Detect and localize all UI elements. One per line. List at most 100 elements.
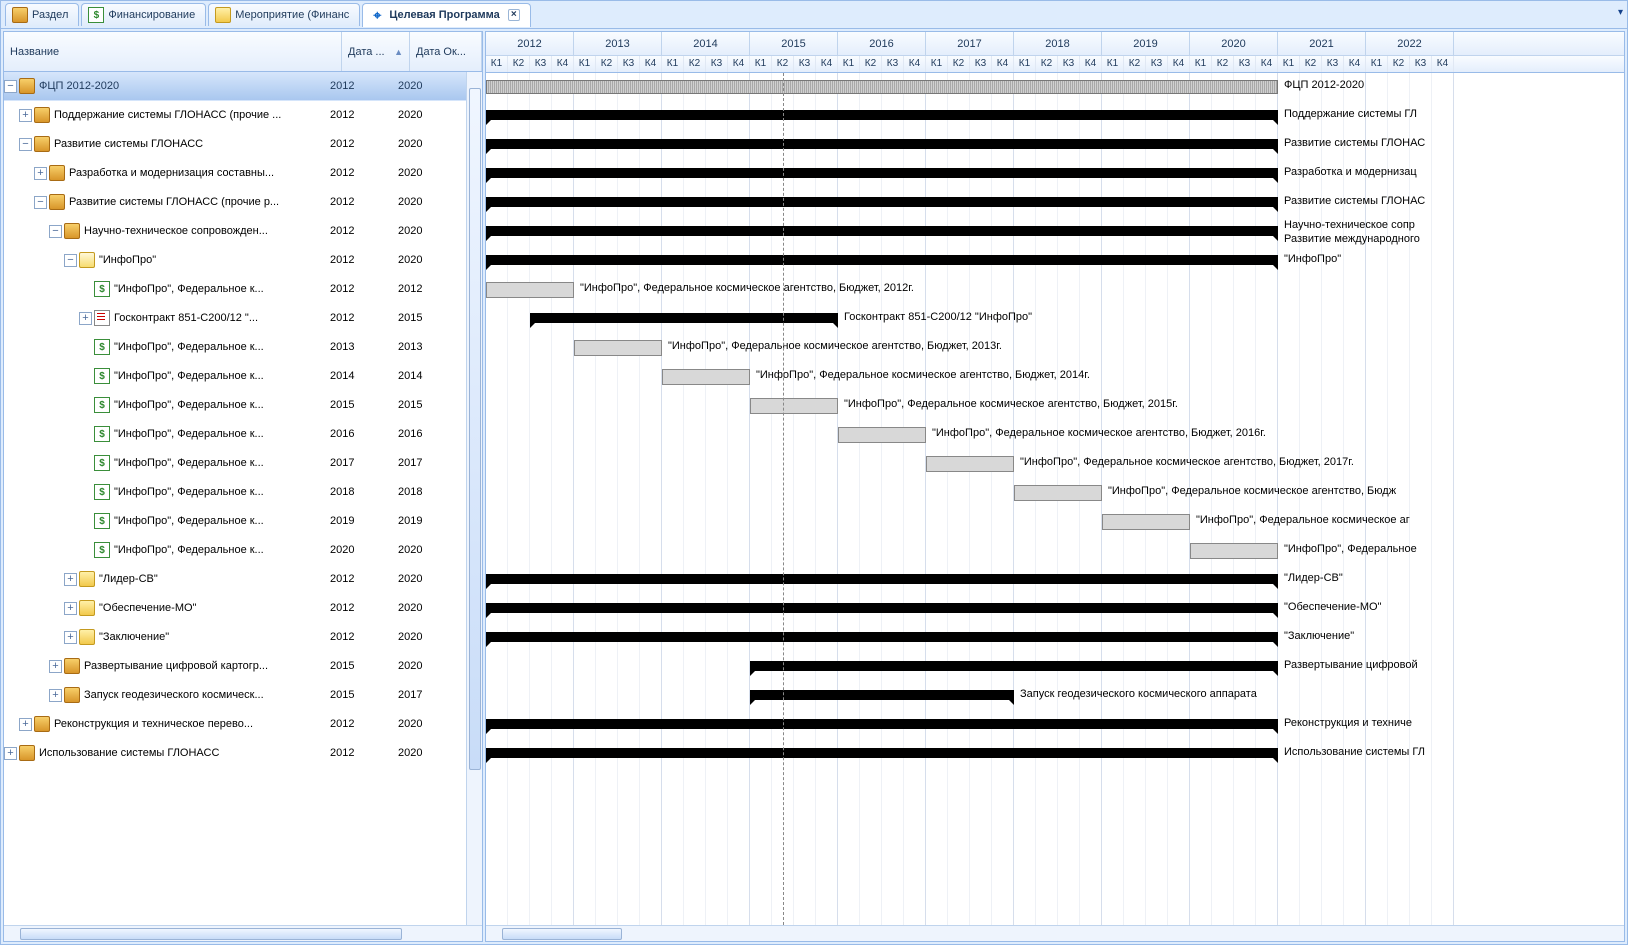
tree-row[interactable]: $"ИнфоПро", Федеральное к...20192019	[4, 507, 466, 536]
quarter-header[interactable]: К3	[1234, 56, 1256, 72]
tab-0[interactable]: Раздел	[5, 3, 79, 26]
quarter-header[interactable]: К2	[1036, 56, 1058, 72]
year-header[interactable]: 2013	[574, 32, 662, 55]
gantt-row[interactable]: "ИнфоПро", Федеральное космическое агент…	[486, 392, 1624, 421]
vertical-scrollbar[interactable]	[466, 72, 482, 925]
gantt-row[interactable]: "ИнфоПро"	[486, 247, 1624, 276]
quarter-header[interactable]: К3	[882, 56, 904, 72]
expand-icon[interactable]: +	[19, 109, 32, 122]
collapse-icon[interactable]: −	[34, 196, 47, 209]
gantt-row[interactable]: Разработка и модернизац	[486, 160, 1624, 189]
gantt-row[interactable]: "Заключение"	[486, 624, 1624, 653]
summary-bar[interactable]	[486, 574, 1278, 584]
task-bar[interactable]	[486, 282, 574, 298]
quarter-header[interactable]: К2	[508, 56, 530, 72]
gantt-row[interactable]: "ИнфоПро", Федеральное космическое аг	[486, 508, 1624, 537]
task-bar[interactable]	[574, 340, 662, 356]
tree-row[interactable]: +Запуск геодезического космическ...20152…	[4, 681, 466, 710]
summary-bar[interactable]	[486, 139, 1278, 149]
expand-icon[interactable]: +	[64, 602, 77, 615]
quarter-header[interactable]: К2	[1124, 56, 1146, 72]
quarter-header[interactable]: К1	[574, 56, 596, 72]
quarter-header[interactable]: К4	[1168, 56, 1190, 72]
summary-bar[interactable]	[486, 719, 1278, 729]
tab-1[interactable]: $Финансирование	[81, 3, 206, 26]
year-header[interactable]: 2021	[1278, 32, 1366, 55]
quarter-header[interactable]: К2	[772, 56, 794, 72]
quarter-header[interactable]: К4	[904, 56, 926, 72]
gantt-row[interactable]: "ИнфоПро", Федеральное космическое агент…	[486, 334, 1624, 363]
gantt-row[interactable]: "ИнфоПро", Федеральное	[486, 537, 1624, 566]
summary-bar[interactable]	[750, 661, 1278, 671]
horizontal-scrollbar-left[interactable]	[4, 925, 482, 941]
expand-icon[interactable]: +	[49, 689, 62, 702]
summary-bar[interactable]	[486, 226, 1278, 236]
tree-row[interactable]: +Реконструкция и техническое перево...20…	[4, 710, 466, 739]
collapse-icon[interactable]: −	[4, 80, 17, 93]
quarter-header[interactable]: К1	[1366, 56, 1388, 72]
year-header[interactable]: 2020	[1190, 32, 1278, 55]
quarter-header[interactable]: К2	[1388, 56, 1410, 72]
tree-row[interactable]: +Госконтракт 851-С200/12 "...20122015	[4, 304, 466, 333]
quarter-header[interactable]: К4	[816, 56, 838, 72]
column-name[interactable]: Название	[4, 32, 342, 71]
expand-icon[interactable]: +	[49, 660, 62, 673]
collapse-icon[interactable]: −	[64, 254, 77, 267]
expand-icon[interactable]: +	[79, 312, 92, 325]
quarter-header[interactable]: К4	[1432, 56, 1454, 72]
gantt-row[interactable]: "ИнфоПро", Федеральное космическое агент…	[486, 479, 1624, 508]
task-bar[interactable]	[838, 427, 926, 443]
quarter-header[interactable]: К2	[948, 56, 970, 72]
quarter-header[interactable]: К1	[838, 56, 860, 72]
expand-icon[interactable]: +	[64, 573, 77, 586]
expand-icon[interactable]: +	[34, 167, 47, 180]
tree-row[interactable]: $"ИнфоПро", Федеральное к...20202020	[4, 536, 466, 565]
year-header[interactable]: 2014	[662, 32, 750, 55]
tree-row[interactable]: −Научно-техническое сопровожден...201220…	[4, 217, 466, 246]
summary-bar[interactable]	[486, 197, 1278, 207]
tab-3[interactable]: ⌖Целевая Программа×	[362, 3, 530, 27]
project-bar[interactable]	[486, 80, 1278, 94]
year-header[interactable]: 2022	[1366, 32, 1454, 55]
gantt-row[interactable]: Использование системы ГЛ	[486, 740, 1624, 769]
quarter-header[interactable]: К3	[618, 56, 640, 72]
task-bar[interactable]	[662, 369, 750, 385]
quarter-header[interactable]: К1	[1190, 56, 1212, 72]
year-header[interactable]: 2016	[838, 32, 926, 55]
quarter-header[interactable]: К1	[486, 56, 508, 72]
column-start[interactable]: Дата ... ▲	[342, 32, 410, 71]
quarter-header[interactable]: К4	[1344, 56, 1366, 72]
gantt-row[interactable]: Поддержание системы ГЛ	[486, 102, 1624, 131]
summary-bar[interactable]	[486, 603, 1278, 613]
tree-row[interactable]: +"Лидер-СВ"20122020	[4, 565, 466, 594]
summary-bar[interactable]	[486, 255, 1278, 265]
tree-row[interactable]: +Поддержание системы ГЛОНАСС (прочие ...…	[4, 101, 466, 130]
year-header[interactable]: 2017	[926, 32, 1014, 55]
quarter-header[interactable]: К4	[1080, 56, 1102, 72]
quarter-header[interactable]: К3	[1146, 56, 1168, 72]
quarter-header[interactable]: К4	[552, 56, 574, 72]
quarter-header[interactable]: К3	[1322, 56, 1344, 72]
gantt-row[interactable]: Развитие системы ГЛОНАС	[486, 189, 1624, 218]
quarter-header[interactable]: К3	[970, 56, 992, 72]
tree-row[interactable]: −Развитие системы ГЛОНАСС (прочие р...20…	[4, 188, 466, 217]
quarter-header[interactable]: К2	[1212, 56, 1234, 72]
tree-row[interactable]: $"ИнфоПро", Федеральное к...20172017	[4, 449, 466, 478]
gantt-row[interactable]: "ИнфоПро", Федеральное космическое агент…	[486, 276, 1624, 305]
gantt-row[interactable]: Госконтракт 851-С200/12 "ИнфоПро"	[486, 305, 1624, 334]
gantt-row[interactable]: Развертывание цифровой	[486, 653, 1624, 682]
expand-icon[interactable]: +	[19, 718, 32, 731]
quarter-header[interactable]: К2	[684, 56, 706, 72]
task-bar[interactable]	[1190, 543, 1278, 559]
tree-row[interactable]: +Разработка и модернизация составны...20…	[4, 159, 466, 188]
quarter-header[interactable]: К4	[992, 56, 1014, 72]
expand-icon[interactable]: +	[64, 631, 77, 644]
summary-bar[interactable]	[486, 748, 1278, 758]
quarter-header[interactable]: К4	[640, 56, 662, 72]
tree-row[interactable]: $"ИнфоПро", Федеральное к...20162016	[4, 420, 466, 449]
tab-overflow-icon[interactable]: ▾	[1618, 7, 1623, 18]
tree-row[interactable]: $"ИнфоПро", Федеральное к...20152015	[4, 391, 466, 420]
column-end[interactable]: Дата Ок...	[410, 32, 482, 71]
tree-row[interactable]: $"ИнфоПро", Федеральное к...20182018	[4, 478, 466, 507]
tree-row[interactable]: +Развертывание цифровой картогр...201520…	[4, 652, 466, 681]
